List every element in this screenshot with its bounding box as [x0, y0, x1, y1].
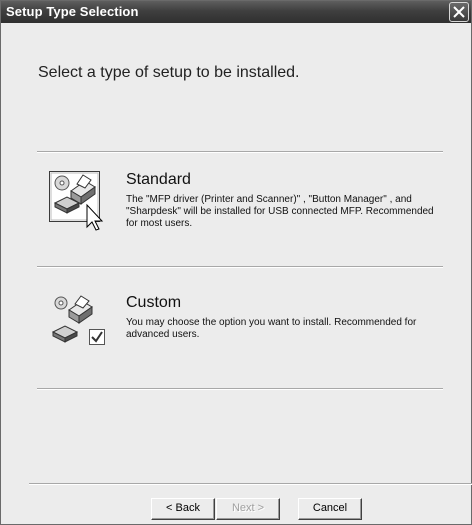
close-button[interactable]	[449, 2, 469, 22]
option-custom-description: You may choose the option you want to in…	[126, 317, 417, 340]
custom-setup-icon[interactable]	[49, 294, 105, 348]
divider-middle	[37, 266, 443, 268]
option-custom-title: Custom	[126, 294, 182, 311]
page-heading: Select a type of setup to be installed.	[38, 64, 300, 81]
option-standard-title: Standard	[126, 171, 191, 188]
standard-setup-icon[interactable]	[49, 171, 105, 231]
title-bar[interactable]: Setup Type Selection	[1, 1, 471, 23]
window-title: Setup Type Selection	[6, 4, 139, 19]
cancel-button[interactable]: Cancel	[298, 498, 362, 520]
divider-top	[37, 151, 443, 153]
next-button[interactable]: Next >	[216, 498, 280, 520]
back-button[interactable]: < Back	[151, 498, 215, 520]
divider-bottom-options	[37, 388, 443, 390]
setup-dialog: Setup Type Selection Select a type of se…	[0, 0, 472, 525]
option-standard-description: The "MFP driver (Printer and Scanner)" ,…	[126, 194, 434, 229]
close-icon	[453, 6, 465, 18]
option-custom[interactable]: Custom You may choose the option you wan…	[49, 294, 449, 354]
option-standard[interactable]: Standard The "MFP driver (Printer and Sc…	[49, 171, 449, 246]
button-area-divider	[29, 483, 472, 485]
